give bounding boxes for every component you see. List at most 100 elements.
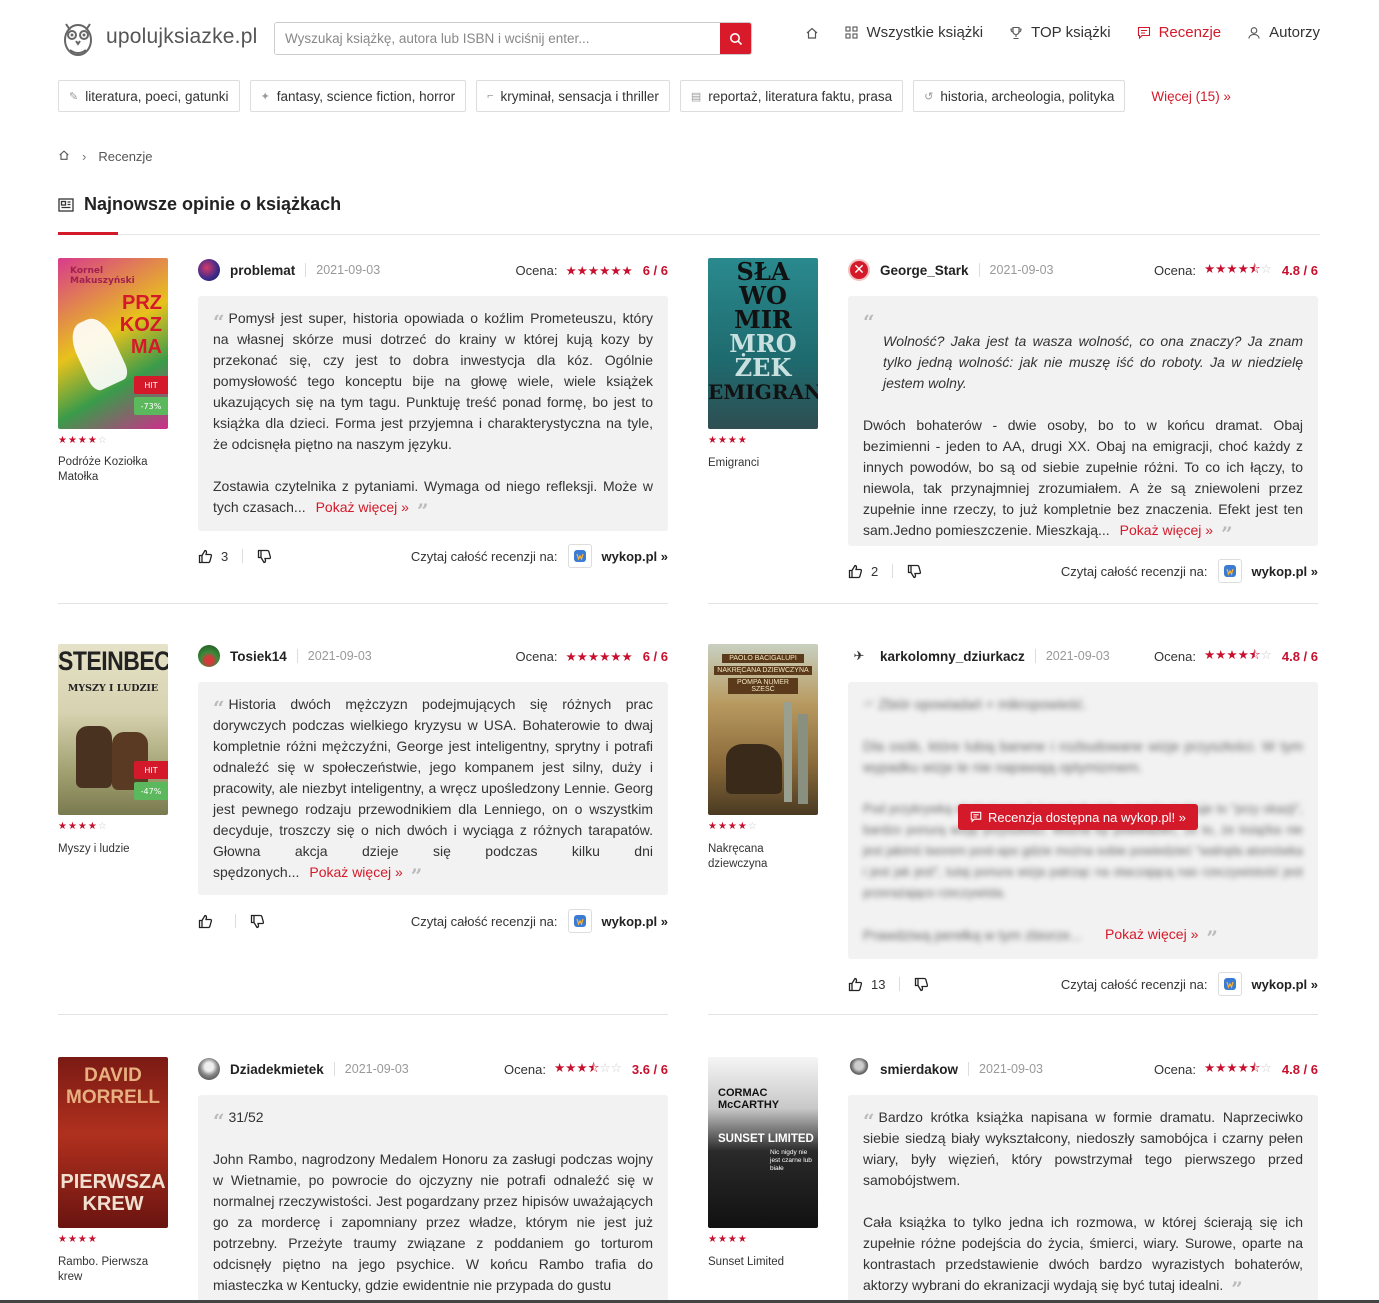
quote-open-icon: “ [863,696,875,720]
breadcrumb: › Recenzje [58,149,153,164]
search-button[interactable] [720,23,751,54]
divider [235,914,236,928]
username[interactable]: smierdakow [880,1062,958,1077]
avatar[interactable] [848,1058,870,1080]
book-title[interactable]: Myszy i ludzie [58,842,168,857]
book-title[interactable]: Sunset Limited [708,1255,818,1270]
book-stars: ★★★★ [708,1234,748,1245]
nav-all-books[interactable]: Wszystkie książki [845,24,983,41]
review-available-button[interactable]: Recenzja dostępna na wykop.pl! » [958,804,1199,830]
owl-logo-icon [64,23,92,56]
username[interactable]: karkolomny_dziurkacz [880,649,1025,664]
like-button[interactable]: 3 [198,549,228,564]
book-cover[interactable]: SŁA WO MIR MRO ŻEK EMIGRANCI [708,258,818,429]
history-icon: ↺ [924,90,934,103]
read-full-label: Czytaj całość recenzji na: [1060,976,1208,992]
book-cover[interactable]: CORMAC McCARTHY SUNSET LIMITED Nic nigdy… [708,1057,818,1228]
nav-reviews-label: Recenzje [1158,24,1222,41]
category-fantasy[interactable]: ✦ fantasy, science fiction, horror [249,80,467,112]
show-more-link[interactable]: Pokaż więcej » [309,864,402,880]
dislike-button[interactable] [257,549,272,564]
review-date: 2021-09-03 [968,1062,1043,1076]
book-title[interactable]: Nakręcana dziewczyna [708,842,818,872]
book-cover[interactable]: Kornel Makuszyński PRZ KOZ MA HIT -73% [58,258,168,429]
review-divider [708,1014,1318,1015]
book-title[interactable]: Emigranci [708,456,818,471]
nav-top-books[interactable]: TOP książki [1009,24,1111,41]
breadcrumb-home[interactable] [58,149,70,164]
username[interactable]: Dziadekmietek [230,1062,324,1077]
review-date: 2021-09-03 [1034,649,1110,663]
show-more-link[interactable]: Pokaż więcej » [316,499,409,515]
nav-home[interactable] [805,26,819,40]
breadcrumb-current: Recenzje [98,149,153,164]
username[interactable]: George_Stark [880,263,969,278]
dislike-button[interactable] [914,977,929,992]
review-footer: Czytaj całość recenzji na: wykop.pl » [198,909,668,933]
read-full-review: Czytaj całość recenzji na: wykop.pl » [411,909,668,933]
like-button[interactable]: 13 [848,977,885,992]
cover-text: NAKRĘCANA DZIEWCZYNA [714,666,812,675]
category-literature[interactable]: ✎ literatura, poeci, gatunki [58,80,240,112]
dislike-button[interactable] [250,914,265,929]
wykop-link[interactable]: wykop.pl » [602,914,668,929]
rating-value: 6 / 6 [642,262,668,278]
home-icon [59,150,69,160]
review-rating: Ocena: ★★★★★★ 6 / 6 [516,263,668,278]
show-more-link[interactable]: Pokaż więcej » [1105,926,1198,942]
book-stars: ★★★★☆ [58,821,108,832]
avatar[interactable] [198,259,220,281]
thumbs-up-icon [198,914,213,928]
book-cover[interactable]: PAOLO BACIGALUPI NAKRĘCANA DZIEWCZYNA PO… [708,644,818,815]
review-available-label: Recenzja dostępna na wykop.pl! » [988,809,1187,825]
category-history[interactable]: ↺ historia, archeologia, polityka [913,80,1126,112]
thumbs-up-icon [848,977,863,991]
quote-open-icon: “ [863,310,875,334]
more-categories-link[interactable]: Więcej (15) » [1151,89,1231,104]
category-label: literatura, poeci, gatunki [85,88,229,104]
review-body: “Historia dwóch mężczyzn podejmujących s… [198,682,668,895]
quote-close-icon: ” [416,499,429,523]
nav-reviews[interactable]: Recenzje [1137,24,1222,41]
book-title[interactable]: Rambo. Pierwsza krew [58,1255,168,1285]
show-more-link[interactable]: Pokaż więcej » [1120,522,1213,538]
rating-value: 6 / 6 [642,648,668,664]
review-divider [58,603,668,604]
chevron-right-icon: › [82,149,87,164]
review-text: 31/52 [228,1109,264,1125]
book-cover[interactable]: STEINBECK MYSZY I LUDZIE HIT -47% [58,644,168,815]
book-title[interactable]: Podróże Koziołka Matołka [58,455,168,485]
site-logo[interactable]: upolujksiazke.pl [58,16,257,58]
wykop-link[interactable]: wykop.pl » [1252,977,1318,992]
like-button[interactable] [198,914,221,929]
avatar[interactable] [198,645,220,667]
rating-stars: ★★★★★★ [565,263,633,278]
avatar[interactable] [198,1058,220,1080]
username[interactable]: problemat [230,263,295,278]
nav-authors[interactable]: Autorzy [1247,24,1320,41]
avatar[interactable]: ✈ [848,645,870,667]
review-text: Zostawia czytelnika z pytaniami. Wymaga … [213,478,653,515]
grid-icon [845,26,858,39]
review-text: Bardzo krótka książka napisana w formie … [863,1109,1303,1188]
book-cover[interactable]: DAVID MORRELL PIERWSZA KREW [58,1057,168,1228]
search-input[interactable] [275,23,720,54]
nav-authors-label: Autorzy [1269,24,1320,41]
username[interactable]: Tosiek14 [230,649,287,664]
category-reportage[interactable]: ▤ reportaż, literatura faktu, prasa [679,80,904,112]
read-full-review: Czytaj całość recenzji na: wykop.pl » [1061,972,1318,996]
review-divider [58,1014,668,1015]
wykop-link[interactable]: wykop.pl » [1252,564,1318,579]
wykop-link[interactable]: wykop.pl » [602,549,668,564]
comment-icon [970,811,982,823]
nav-all-books-label: Wszystkie książki [866,24,984,41]
thumbs-up-icon [198,549,213,563]
cover-text: MORRELL [66,1087,160,1108]
dislike-button[interactable] [907,564,922,579]
category-crime[interactable]: ⌐ kryminał, sensacja i thriller [476,80,670,112]
avatar[interactable]: ✕ [848,259,870,281]
like-button[interactable]: 2 [848,564,878,579]
review-date: 2021-09-03 [296,649,372,663]
cover-text: MA [130,336,162,358]
logo-text: upolujksiazke.pl [106,25,258,48]
